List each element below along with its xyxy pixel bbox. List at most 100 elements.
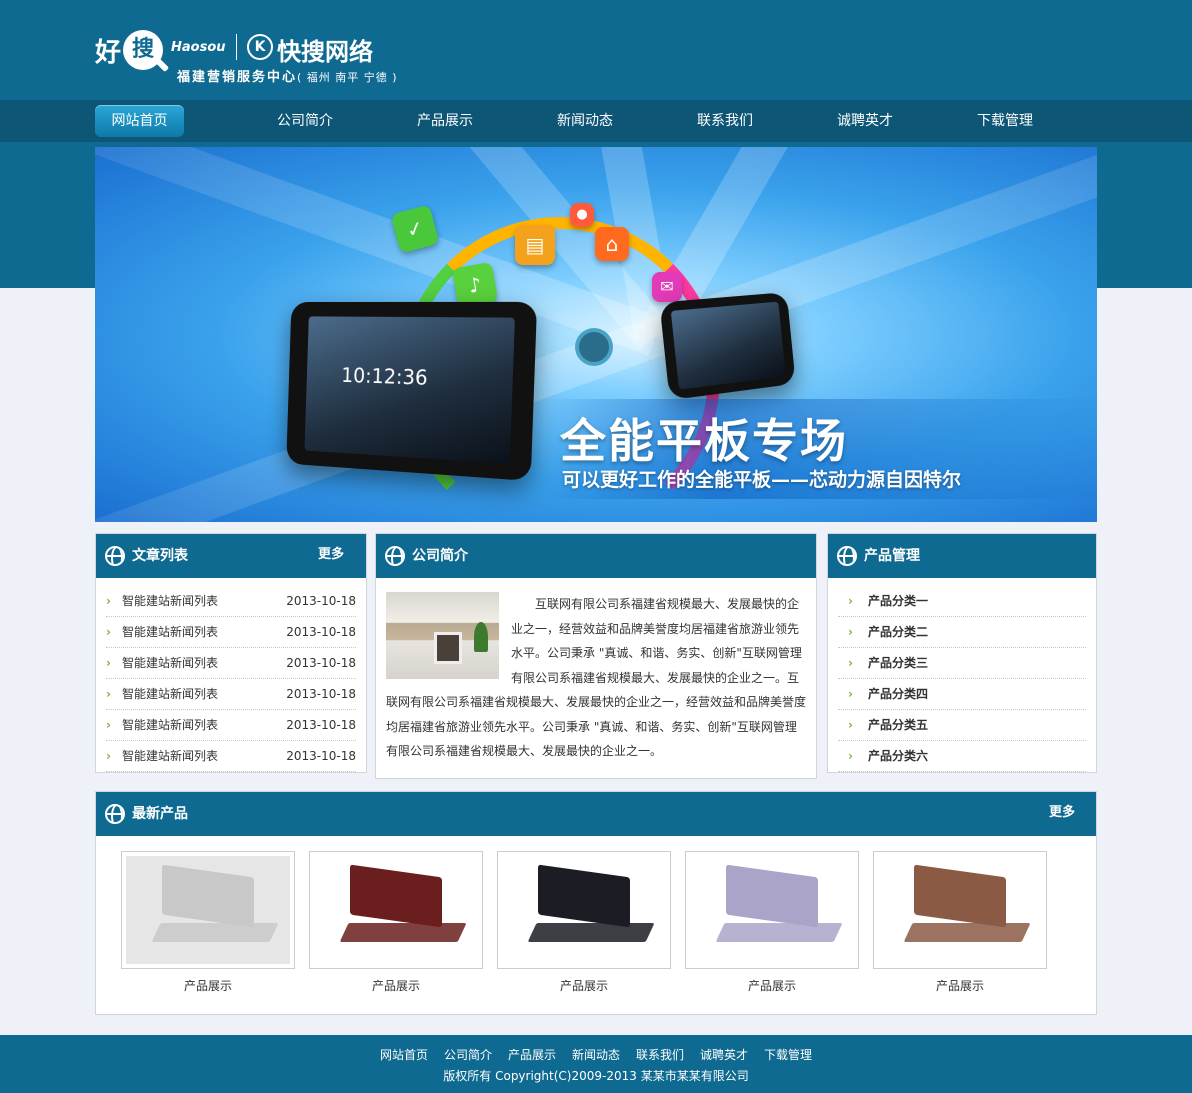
logo-hao: 好 <box>95 38 121 68</box>
category-label[interactable]: 产品分类三 <box>868 656 928 670</box>
nav-item[interactable]: 产品展示 <box>375 105 515 137</box>
main-nav-bar: 网站首页 公司简介 产品展示 新闻动态 联系我们 诚聘英才 下载管理 <box>0 100 1192 142</box>
bullet-arrow-icon: › <box>848 656 853 670</box>
product-category-list: › 产品分类一 › 产品分类二 › 产品分类三 › 产品分类四 › 产品分类五 › 产品分类六 <box>828 578 1096 772</box>
speedometer-needle <box>579 332 609 362</box>
product-caption[interactable]: 产品展示 <box>873 977 1047 994</box>
footer-link[interactable]: 新闻动态 <box>572 1048 620 1062</box>
category-label[interactable]: 产品分类二 <box>868 625 928 639</box>
product-category-item[interactable]: › 产品分类五 <box>838 710 1086 741</box>
product-card[interactable]: 产品展示 <box>309 851 483 994</box>
section-title: 最新产品 <box>132 806 188 822</box>
latest-products-section: 最新产品 更多 产品展示 产品展示 产品展示 产品展示 产品展示 <box>95 791 1097 1015</box>
laptop-screen <box>350 864 442 928</box>
laptop-screen <box>162 864 254 928</box>
article-list-item[interactable]: › 智能建站新闻列表 2013-10-18 <box>106 648 356 679</box>
article-list-item[interactable]: › 智能建站新闻列表 2013-10-18 <box>106 586 356 617</box>
brand-name: 快搜网络 <box>277 38 373 66</box>
product-card[interactable]: 产品展示 <box>873 851 1047 994</box>
magnifier-handle <box>154 57 170 73</box>
logo-subtitle: 福建营销服务中心( 福州 南平 宁德 ) <box>177 66 398 85</box>
laptop-base <box>338 922 467 943</box>
category-label[interactable]: 产品分类五 <box>868 718 928 732</box>
footer-link[interactable]: 联系我们 <box>636 1048 684 1062</box>
product-thumbnail[interactable] <box>685 851 859 969</box>
laptop-base <box>714 922 843 943</box>
nav-item[interactable]: 新闻动态 <box>515 105 655 137</box>
footer-link[interactable]: 下载管理 <box>764 1048 812 1062</box>
globe-icon <box>385 546 405 566</box>
footer-link[interactable]: 公司简介 <box>444 1048 492 1062</box>
category-label[interactable]: 产品分类一 <box>868 594 928 608</box>
more-link[interactable]: 更多 <box>318 534 344 576</box>
nav-item[interactable]: 网站首页 <box>95 105 184 137</box>
nav-item[interactable]: 公司简介 <box>235 105 375 137</box>
article-date: 2013-10-18 <box>286 687 356 701</box>
nav-item[interactable]: 诚聘英才 <box>795 105 935 137</box>
logo-divider <box>236 34 237 60</box>
footer-link[interactable]: 产品展示 <box>508 1048 556 1062</box>
article-date: 2013-10-18 <box>286 625 356 639</box>
article-list-item[interactable]: › 智能建站新闻列表 2013-10-18 <box>106 679 356 710</box>
bullet-arrow-icon: › <box>106 625 111 639</box>
document-icon: ▤ <box>515 225 555 265</box>
laptop-image <box>126 856 290 964</box>
logo[interactable]: 好 搜 Haosou K 快搜网络 福建营销服务中心( 福州 南平 宁德 ) <box>95 30 425 86</box>
product-category-item[interactable]: › 产品分类四 <box>838 679 1086 710</box>
product-caption[interactable]: 产品展示 <box>497 977 671 994</box>
banner[interactable]: ✓ ♪ ▤ ⌂ ✉ ● 10:12:36 全能平板专场 可以更好工作的全能平板—… <box>95 147 1097 522</box>
nav-item[interactable]: 下载管理 <box>935 105 1075 137</box>
footer-link[interactable]: 诚聘英才 <box>700 1048 748 1062</box>
category-label[interactable]: 产品分类四 <box>868 687 928 701</box>
bullet-arrow-icon: › <box>106 594 111 608</box>
article-list-item[interactable]: › 智能建站新闻列表 2013-10-18 <box>106 741 356 772</box>
product-category-item[interactable]: › 产品分类三 <box>838 648 1086 679</box>
product-thumbnail[interactable] <box>309 851 483 969</box>
footer-link[interactable]: 网站首页 <box>380 1048 428 1062</box>
product-caption[interactable]: 产品展示 <box>685 977 859 994</box>
home-icon: ⌂ <box>595 227 629 261</box>
product-caption[interactable]: 产品展示 <box>309 977 483 994</box>
product-category-panel: 产品管理 › 产品分类一 › 产品分类二 › 产品分类三 › 产品分类四 › 产品分类五 › 产品分类… <box>827 533 1097 773</box>
article-list: › 智能建站新闻列表 2013-10-18 › 智能建站新闻列表 2013-10-18 › 智… <box>96 578 366 772</box>
product-card[interactable]: 产品展示 <box>685 851 859 994</box>
laptop-image <box>502 856 666 964</box>
product-category-item[interactable]: › 产品分类一 <box>838 586 1086 617</box>
subtitle-cities: ( 福州 南平 宁德 ) <box>297 71 398 84</box>
article-title[interactable]: 智能建站新闻列表 <box>122 687 218 701</box>
tablet-small <box>659 292 796 401</box>
location-icon: ● <box>570 203 594 227</box>
laptop-screen <box>538 864 630 928</box>
product-card[interactable]: 产品展示 <box>497 851 671 994</box>
product-category-item[interactable]: › 产品分类六 <box>838 741 1086 772</box>
company-profile-panel: 公司简介 互联网有限公司系福建省规模最大、发展最快的企业之一，经营效益和品牌美誉… <box>375 533 817 779</box>
product-caption[interactable]: 产品展示 <box>121 977 295 994</box>
laptop-base <box>526 922 655 943</box>
header: 好 搜 Haosou K 快搜网络 福建营销服务中心( 福州 南平 宁德 ) <box>95 0 1097 100</box>
article-date: 2013-10-18 <box>286 718 356 732</box>
product-thumbnail[interactable] <box>497 851 671 969</box>
product-thumbnail[interactable] <box>873 851 1047 969</box>
product-thumbnail[interactable] <box>121 851 295 969</box>
article-title[interactable]: 智能建站新闻列表 <box>122 594 218 608</box>
banner-title: 全能平板专场 <box>560 414 848 468</box>
bullet-arrow-icon: › <box>106 656 111 670</box>
brand-k-icon: K <box>247 34 273 60</box>
article-title[interactable]: 智能建站新闻列表 <box>122 625 218 639</box>
company-profile-body: 互联网有限公司系福建省规模最大、发展最快的企业之一，经营效益和品牌美誉度均居福建… <box>376 578 816 764</box>
subtitle-text: 福建营销服务中心 <box>177 70 298 85</box>
article-title[interactable]: 智能建站新闻列表 <box>122 656 218 670</box>
article-list-item[interactable]: › 智能建站新闻列表 2013-10-18 <box>106 617 356 648</box>
bullet-arrow-icon: › <box>848 749 853 763</box>
category-label[interactable]: 产品分类六 <box>868 749 928 763</box>
product-card[interactable]: 产品展示 <box>121 851 295 994</box>
bullet-arrow-icon: › <box>848 625 853 639</box>
article-title[interactable]: 智能建站新闻列表 <box>122 718 218 732</box>
interior-photo[interactable] <box>386 592 499 679</box>
nav-item[interactable]: 联系我们 <box>655 105 795 137</box>
more-link[interactable]: 更多 <box>1049 792 1075 834</box>
footer: 网站首页 公司简介 产品展示 新闻动态 联系我们 诚聘英才 下载管理 版权所有 Copyri… <box>0 1035 1192 1093</box>
article-title[interactable]: 智能建站新闻列表 <box>122 749 218 763</box>
article-list-item[interactable]: › 智能建站新闻列表 2013-10-18 <box>106 710 356 741</box>
product-category-item[interactable]: › 产品分类二 <box>838 617 1086 648</box>
